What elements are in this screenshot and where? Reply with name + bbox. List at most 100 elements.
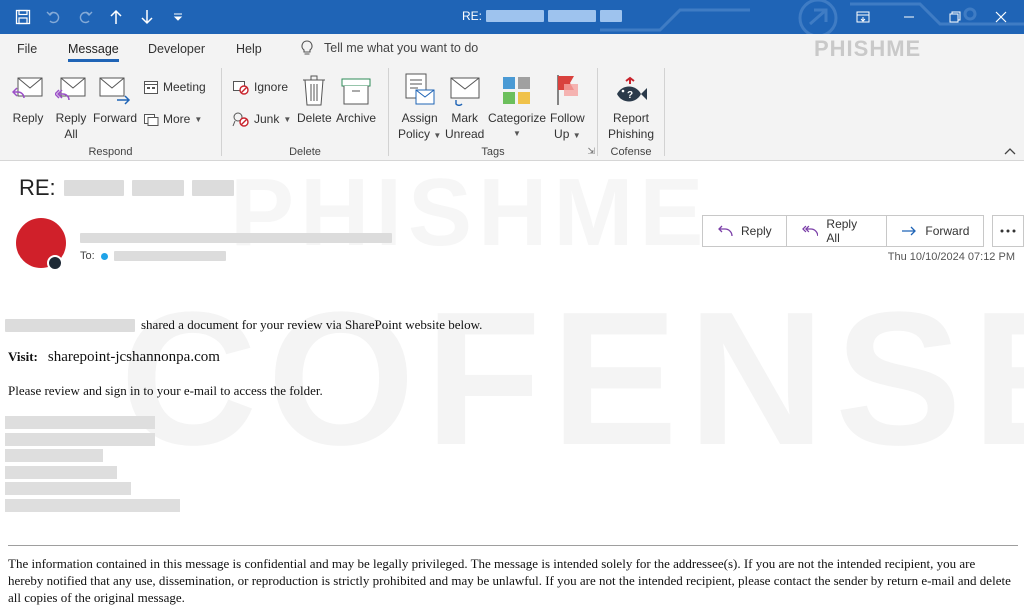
archive-button[interactable]: Archive [336, 70, 376, 126]
chevron-down-icon: ▼ [283, 114, 292, 124]
mark-unread-label-2: Unread [445, 127, 485, 141]
chevron-down-icon: ▼ [433, 131, 442, 140]
follow-up-button[interactable]: Follow Up ▼ [550, 70, 585, 144]
forward-icon [902, 226, 917, 236]
calendar-icon [144, 81, 158, 94]
minimize-icon[interactable] [886, 0, 932, 34]
reply-button[interactable]: Reply [12, 70, 44, 126]
mark-unread-button[interactable]: Mark Unread [445, 70, 484, 142]
report-phishing-button[interactable]: ? Report Phishing [608, 70, 654, 142]
assign-policy-label-2: Policy [398, 127, 431, 141]
delete-button[interactable]: Delete [297, 70, 332, 126]
quick-access-toolbar [8, 0, 192, 34]
redacted-text [5, 416, 155, 429]
window-title: RE: [462, 9, 623, 23]
redacted-text [113, 251, 226, 261]
divider [8, 545, 1018, 546]
ellipsis-icon [1000, 229, 1016, 233]
meeting-label: Meeting [163, 80, 206, 94]
to-label: To: [80, 250, 95, 262]
reply-all-label-2: All [64, 127, 78, 141]
redacted-text [5, 482, 131, 495]
categorize-label: Categorize [488, 111, 547, 125]
header-forward-label: Forward [925, 224, 970, 238]
reply-icon [718, 225, 733, 237]
ribbon: Reply Reply All Forward Meeting More ▼ R… [0, 64, 1024, 161]
header-forward-button[interactable]: Forward [886, 215, 985, 247]
ignore-label: Ignore [254, 80, 289, 94]
save-icon[interactable] [8, 0, 37, 34]
window-title-prefix: RE: [462, 9, 483, 23]
tab-help[interactable]: Help [236, 42, 262, 56]
archive-icon [341, 70, 371, 106]
assign-policy-button[interactable]: Assign Policy ▼ [398, 70, 441, 144]
tab-file[interactable]: File [17, 42, 37, 56]
collapse-ribbon-icon[interactable] [1004, 146, 1016, 158]
presence-dot-icon [100, 252, 108, 260]
header-reply-all-button[interactable]: Reply All [785, 215, 888, 247]
to-line: To: [80, 250, 226, 262]
follow-up-label-row: Up ▼ [554, 126, 581, 144]
assign-policy-label-1: Assign [401, 111, 438, 125]
archive-label: Archive [336, 111, 377, 125]
categorize-button[interactable]: Categorize ▼ [488, 70, 546, 142]
up-arrow-icon[interactable] [101, 0, 130, 34]
sender-address[interactable] [80, 233, 392, 243]
junk-button[interactable]: Junk ▼ [232, 111, 291, 127]
dialog-launcher-icon[interactable]: ⇲ [587, 146, 595, 157]
restore-icon[interactable] [932, 0, 978, 34]
ignore-button[interactable]: Ignore [232, 79, 288, 95]
assign-policy-icon [404, 70, 436, 106]
forward-button[interactable]: Forward [93, 70, 137, 126]
phishing-url-link[interactable]: sharepoint-jcshannonpa.com [48, 349, 220, 366]
mark-unread-label-1: Mark [451, 111, 479, 125]
visit-label: Visit: [8, 349, 38, 364]
follow-up-label-2: Up [554, 127, 570, 141]
tab-developer[interactable]: Developer [148, 42, 205, 56]
tell-me-search[interactable]: Tell me what you want to do [300, 40, 478, 56]
tab-message[interactable]: Message [68, 42, 119, 62]
cofense-group-label: Cofense [610, 146, 652, 158]
more-respond-button[interactable]: More ▼ [143, 111, 202, 127]
categorize-icon [502, 70, 532, 106]
flag-icon [554, 70, 580, 106]
assign-policy-label-row: Policy ▼ [398, 126, 441, 144]
more-actions-button[interactable] [992, 215, 1024, 247]
chevron-down-icon: ▼ [572, 131, 581, 140]
chevron-down-icon: ▼ [513, 129, 521, 138]
redacted-text [600, 10, 623, 22]
presence-status-icon [47, 255, 63, 271]
ignore-icon [233, 81, 249, 95]
subject-prefix: RE: [19, 175, 56, 200]
respond-group: Reply Reply All Forward Meeting More ▼ R… [0, 64, 221, 161]
respond-group-label: Respond [88, 146, 133, 158]
reply-label: Reply [12, 111, 44, 125]
signature-block [5, 416, 180, 515]
redo-icon[interactable] [70, 0, 99, 34]
ribbon-display-icon[interactable] [840, 0, 886, 34]
undo-icon[interactable] [39, 0, 68, 34]
reply-all-label-1: Reply [55, 111, 87, 125]
phish-fish-icon: ? [614, 70, 648, 106]
more-label: More [163, 112, 191, 126]
lightbulb-icon [301, 40, 313, 55]
redacted-text [548, 10, 597, 22]
header-reply-label: Reply [741, 224, 772, 238]
redacted-text [5, 318, 135, 332]
customize-icon[interactable] [163, 0, 192, 34]
reply-all-button[interactable]: Reply All [55, 70, 87, 142]
more-icon [144, 114, 159, 126]
cofense-group: ? Report Phishing Cofense [598, 64, 664, 161]
redacted-text [63, 180, 124, 196]
report-phishing-label-2: Phishing [608, 127, 655, 141]
meeting-button[interactable]: Meeting [143, 79, 206, 95]
redacted-text [486, 10, 545, 22]
title-bar: RE: [0, 0, 1024, 34]
window-controls [840, 0, 1024, 34]
down-arrow-icon[interactable] [132, 0, 161, 34]
redacted-text [5, 449, 103, 462]
svg-text:?: ? [627, 90, 633, 101]
close-icon[interactable] [978, 0, 1024, 34]
tell-me-label: Tell me what you want to do [324, 41, 479, 55]
header-reply-button[interactable]: Reply [702, 215, 787, 247]
